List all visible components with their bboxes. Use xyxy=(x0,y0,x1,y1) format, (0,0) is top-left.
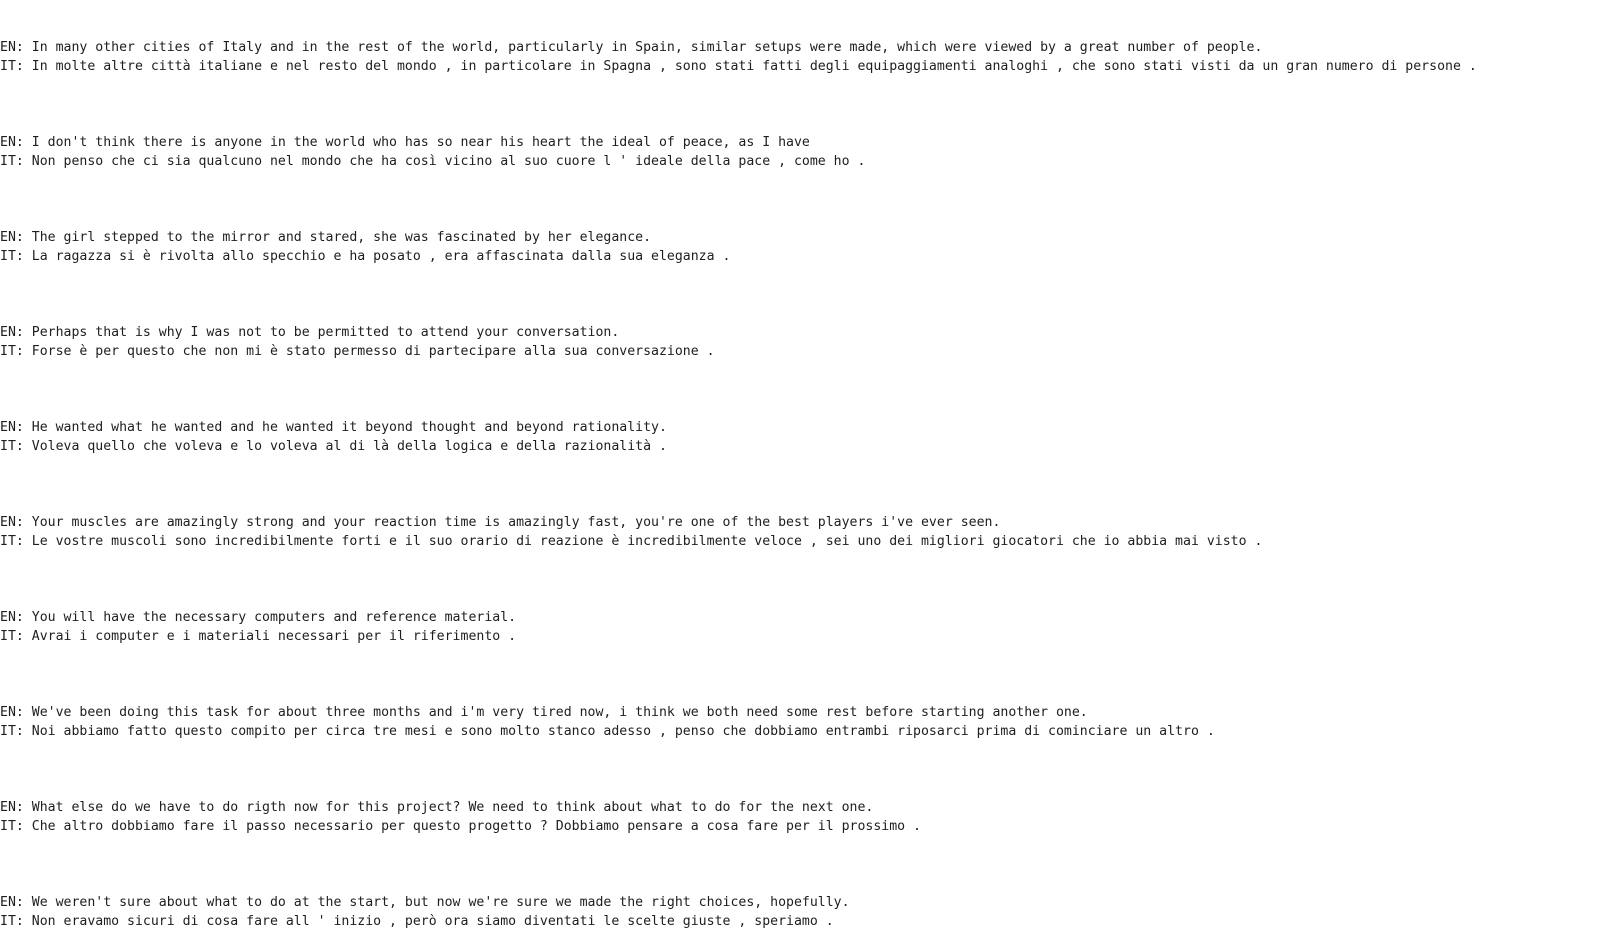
en-prefix: EN: xyxy=(0,40,32,55)
it-prefix: IT: xyxy=(0,249,32,264)
translation-pair: EN: You will have the necessary computer… xyxy=(0,601,1610,646)
italian-sentence: Noi abbiamo fatto questo compito per cir… xyxy=(31,724,1215,739)
italian-sentence: Non penso che ci sia qualcuno nel mondo … xyxy=(31,154,866,169)
italian-sentence: In molte altre città italiane e nel rest… xyxy=(31,59,1477,74)
it-prefix: IT: xyxy=(0,534,32,549)
it-prefix: IT: xyxy=(0,724,32,739)
en-prefix: EN: xyxy=(0,515,32,530)
translation-pair: EN: I don't think there is anyone in the… xyxy=(0,126,1610,171)
english-sentence: I don't think there is anyone in the wor… xyxy=(31,135,810,150)
translation-pair: EN: In many other cities of Italy and in… xyxy=(0,31,1610,76)
english-sentence: Perhaps that is why I was not to be perm… xyxy=(31,325,620,340)
en-prefix: EN: xyxy=(0,800,32,815)
translation-pair: EN: Your muscles are amazingly strong an… xyxy=(0,506,1610,551)
english-sentence: Your muscles are amazingly strong and yo… xyxy=(31,515,1001,530)
it-prefix: IT: xyxy=(0,819,32,834)
english-sentence: We weren't sure about what to do at the … xyxy=(31,895,850,910)
italian-sentence: La ragazza si è rivolta allo specchio e … xyxy=(31,249,731,264)
italian-sentence: Avrai i computer e i materiali necessari… xyxy=(31,629,517,644)
en-prefix: EN: xyxy=(0,135,32,150)
translation-pair: EN: What else do we have to do rigth now… xyxy=(0,791,1610,836)
en-prefix: EN: xyxy=(0,230,32,245)
translation-output: EN: In many other cities of Italy and in… xyxy=(0,0,1610,950)
en-prefix: EN: xyxy=(0,610,32,625)
it-prefix: IT: xyxy=(0,629,32,644)
it-prefix: IT: xyxy=(0,914,32,929)
english-sentence: In many other cities of Italy and in the… xyxy=(31,40,1263,55)
en-prefix: EN: xyxy=(0,420,32,435)
english-sentence: What else do we have to do rigth now for… xyxy=(31,800,874,815)
translation-pair: EN: We've been doing this task for about… xyxy=(0,696,1610,741)
english-sentence: We've been doing this task for about thr… xyxy=(31,705,1088,720)
italian-sentence: Forse è per questo che non mi è stato pe… xyxy=(31,344,715,359)
it-prefix: IT: xyxy=(0,439,32,454)
it-prefix: IT: xyxy=(0,344,32,359)
en-prefix: EN: xyxy=(0,705,32,720)
english-sentence: He wanted what he wanted and he wanted i… xyxy=(31,420,667,435)
italian-sentence: Che altro dobbiamo fare il passo necessa… xyxy=(31,819,921,834)
en-prefix: EN: xyxy=(0,895,32,910)
it-prefix: IT: xyxy=(0,59,32,74)
translation-pair: EN: We weren't sure about what to do at … xyxy=(0,886,1610,931)
it-prefix: IT: xyxy=(0,154,32,169)
en-prefix: EN: xyxy=(0,325,32,340)
italian-sentence: Le vostre muscoli sono incredibilmente f… xyxy=(31,534,1263,549)
translation-pair: EN: Perhaps that is why I was not to be … xyxy=(0,316,1610,361)
english-sentence: The girl stepped to the mirror and stare… xyxy=(31,230,652,245)
translation-pair: EN: He wanted what he wanted and he want… xyxy=(0,411,1610,456)
italian-sentence: Non eravamo sicuri di cosa fare all ' in… xyxy=(31,914,834,929)
english-sentence: You will have the necessary computers an… xyxy=(31,610,517,625)
italian-sentence: Voleva quello che voleva e lo voleva al … xyxy=(31,439,667,454)
translation-pair: EN: The girl stepped to the mirror and s… xyxy=(0,221,1610,266)
